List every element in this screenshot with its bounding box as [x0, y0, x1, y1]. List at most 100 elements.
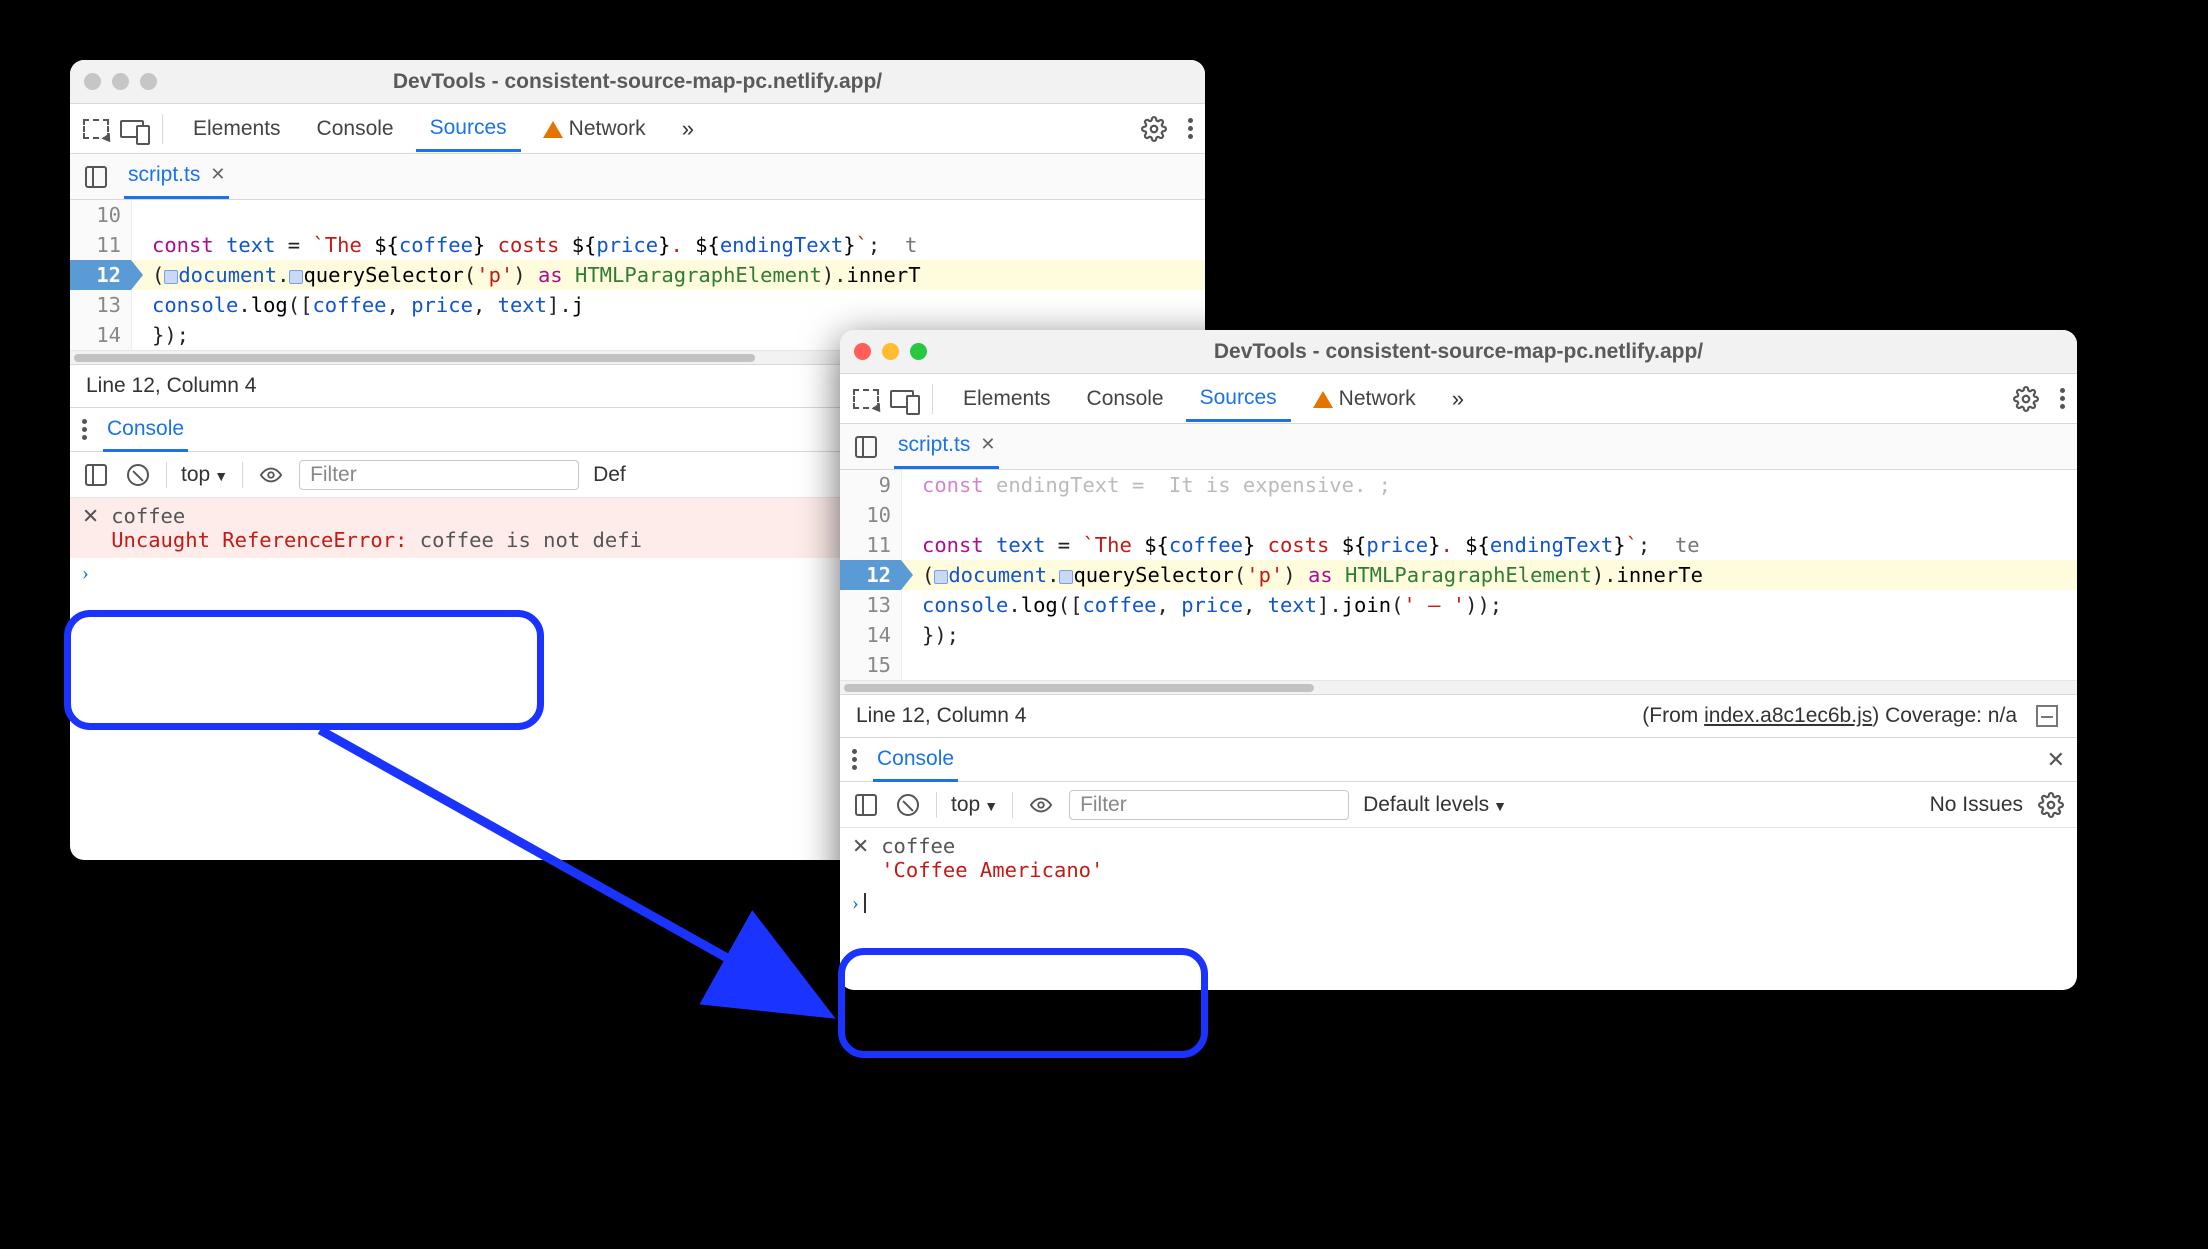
- clear-entry-icon[interactable]: ✕: [82, 504, 99, 529]
- live-expression-icon[interactable]: [257, 461, 285, 489]
- log-levels-selector[interactable]: Def: [593, 463, 626, 487]
- sidebar-toggle-icon[interactable]: [82, 461, 110, 489]
- live-expression-icon[interactable]: [1027, 791, 1055, 819]
- clear-entry-icon[interactable]: ✕: [852, 834, 869, 859]
- device-toggle-icon[interactable]: [888, 385, 916, 413]
- more-tabs-icon[interactable]: »: [668, 106, 708, 151]
- status-position: Line 12, Column 4: [856, 704, 1026, 728]
- warning-icon: [543, 121, 563, 138]
- console-prompt[interactable]: ›: [840, 888, 2077, 919]
- sidebar-toggle-icon[interactable]: [852, 791, 880, 819]
- console-filter-input[interactable]: Filter: [1069, 790, 1349, 820]
- file-tab-script[interactable]: script.ts ✕: [894, 425, 999, 469]
- minimize-icon[interactable]: [882, 343, 899, 360]
- window-title: DevTools - consistent-source-map-pc.netl…: [840, 340, 2077, 364]
- context-selector[interactable]: top▼: [181, 463, 228, 487]
- file-tabs: script.ts ✕: [840, 424, 2077, 470]
- tab-network[interactable]: Network: [529, 107, 660, 150]
- inspect-icon[interactable]: [852, 385, 880, 413]
- panel-tabs: Elements Console Sources Network »: [840, 374, 2077, 424]
- titlebar: DevTools - consistent-source-map-pc.netl…: [840, 330, 2077, 374]
- settings-icon[interactable]: [1140, 115, 1168, 143]
- drawer-header: Console ✕: [840, 738, 2077, 782]
- drawer-menu-icon[interactable]: [852, 749, 857, 770]
- console-toolbar: top▼ Filter Default levels▼ No Issues: [840, 782, 2077, 828]
- file-tab-label: script.ts: [128, 163, 200, 187]
- separator: [242, 462, 243, 488]
- maximize-icon[interactable]: [140, 73, 157, 90]
- console-input-echo: coffee: [881, 834, 1103, 858]
- gutter-10: 10: [70, 200, 132, 230]
- separator: [162, 114, 163, 144]
- navigator-toggle-icon[interactable]: [852, 433, 880, 461]
- tab-sources[interactable]: Sources: [1186, 376, 1291, 422]
- panel-tabs: Elements Console Sources Network »: [70, 104, 1205, 154]
- tab-elements[interactable]: Elements: [949, 377, 1065, 420]
- separator: [1012, 792, 1013, 818]
- gutter-14: 14: [70, 320, 132, 350]
- gutter-13: 13: [840, 590, 902, 620]
- devtools-window-front: DevTools - consistent-source-map-pc.netl…: [840, 330, 2077, 990]
- separator: [932, 384, 933, 414]
- console-settings-icon[interactable]: [2037, 791, 2065, 819]
- close-icon[interactable]: [854, 343, 871, 360]
- status-bar: Line 12, Column 4 (From index.a8c1ec6b.j…: [840, 694, 2077, 738]
- gutter-11: 11: [840, 530, 902, 560]
- console-entry: ✕ coffee 'Coffee Americano': [840, 828, 2077, 888]
- gutter-13: 13: [70, 290, 132, 320]
- console-error-label: Uncaught ReferenceError:: [111, 528, 407, 552]
- window-title: DevTools - consistent-source-map-pc.netl…: [70, 70, 1205, 94]
- inspect-icon[interactable]: [82, 115, 110, 143]
- minimize-icon[interactable]: [112, 73, 129, 90]
- gutter-11: 11: [70, 230, 132, 260]
- log-levels-selector[interactable]: Default levels▼: [1363, 793, 1507, 817]
- gutter-15: 15: [840, 650, 902, 680]
- separator: [166, 462, 167, 488]
- clear-console-icon[interactable]: [124, 461, 152, 489]
- tab-network[interactable]: Network: [1299, 377, 1430, 420]
- navigator-toggle-icon[interactable]: [82, 163, 110, 191]
- close-tab-icon[interactable]: ✕: [980, 434, 995, 455]
- gutter-10: 10: [840, 500, 902, 530]
- settings-icon[interactable]: [2012, 385, 2040, 413]
- titlebar: DevTools - consistent-source-map-pc.netl…: [70, 60, 1205, 104]
- kebab-menu-icon[interactable]: [2060, 388, 2065, 409]
- tab-network-label: Network: [569, 117, 646, 141]
- tab-network-label: Network: [1339, 387, 1416, 411]
- close-drawer-icon[interactable]: ✕: [2047, 747, 2065, 773]
- tab-console[interactable]: Console: [1073, 377, 1178, 420]
- code-editor[interactable]: 9 const endingText = It is expensive. ; …: [840, 470, 2077, 694]
- gutter-12: 12: [840, 560, 902, 590]
- context-selector[interactable]: top▼: [951, 793, 998, 817]
- file-tab-label: script.ts: [898, 433, 970, 457]
- device-toggle-icon[interactable]: [118, 115, 146, 143]
- close-tab-icon[interactable]: ✕: [210, 164, 225, 185]
- console-filter-input[interactable]: Filter: [299, 460, 579, 490]
- kebab-menu-icon[interactable]: [1188, 118, 1193, 139]
- console-error-detail: coffee is not defi: [420, 528, 642, 552]
- gutter-12: 12: [70, 260, 132, 290]
- collapse-icon[interactable]: [2033, 702, 2061, 730]
- sourcemap-link[interactable]: index.a8c1ec6b.js: [1704, 704, 1872, 727]
- issues-link[interactable]: No Issues: [1930, 793, 2023, 817]
- warning-icon: [1313, 391, 1333, 408]
- tab-sources[interactable]: Sources: [416, 106, 521, 152]
- console-body: ✕ coffee 'Coffee Americano' ›: [840, 828, 2077, 919]
- drawer-tab-console[interactable]: Console: [873, 738, 958, 782]
- window-controls: [84, 73, 157, 90]
- maximize-icon[interactable]: [910, 343, 927, 360]
- file-tabs: script.ts ✕: [70, 154, 1205, 200]
- clear-console-icon[interactable]: [894, 791, 922, 819]
- gutter-9: 9: [840, 470, 902, 500]
- file-tab-script[interactable]: script.ts ✕: [124, 155, 229, 199]
- console-result: 'Coffee Americano': [881, 858, 1103, 882]
- drawer-tab-console[interactable]: Console: [103, 408, 188, 452]
- status-source: (From index.a8c1ec6b.js) Coverage: n/a: [1642, 704, 2017, 728]
- horizontal-scrollbar[interactable]: [840, 680, 2077, 694]
- tab-console[interactable]: Console: [303, 107, 408, 150]
- close-icon[interactable]: [84, 73, 101, 90]
- more-tabs-icon[interactable]: »: [1438, 376, 1478, 421]
- status-position: Line 12, Column 4: [86, 374, 256, 398]
- drawer-menu-icon[interactable]: [82, 419, 87, 440]
- tab-elements[interactable]: Elements: [179, 107, 295, 150]
